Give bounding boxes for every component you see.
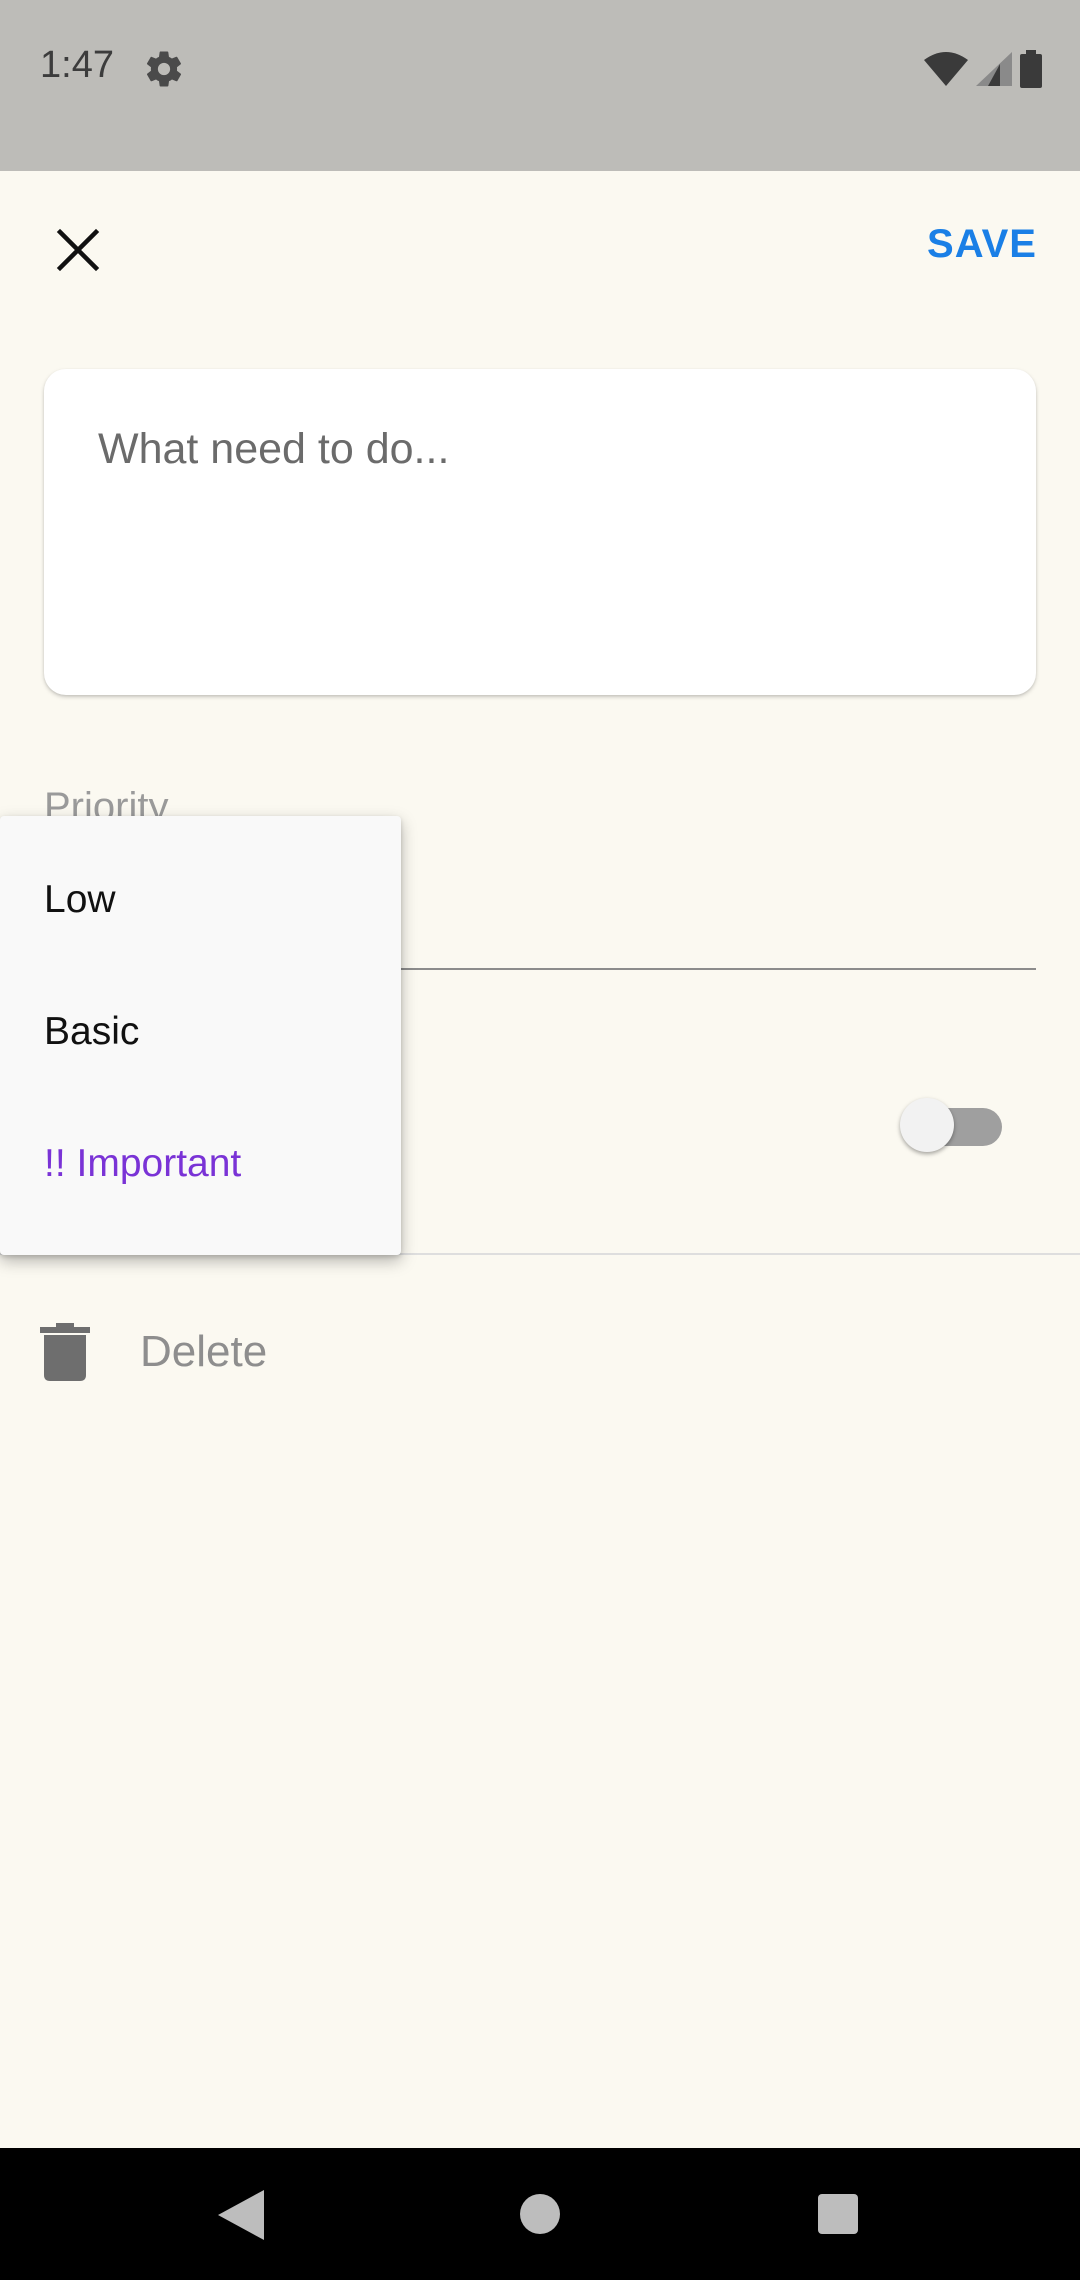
reminder-toggle[interactable] xyxy=(900,1094,1010,1154)
menu-item-low[interactable]: Low xyxy=(44,878,116,922)
task-input-placeholder: What need to do... xyxy=(98,425,450,473)
wifi-icon xyxy=(924,52,968,86)
status-icons xyxy=(924,48,1042,90)
settings-gear-icon xyxy=(146,51,182,87)
menu-item-basic[interactable]: Basic xyxy=(44,1010,139,1054)
priority-dropdown-menu: Low Basic !! Important xyxy=(0,816,401,1255)
navigation-bar xyxy=(0,2148,1080,2280)
home-icon[interactable] xyxy=(520,2194,560,2234)
close-button[interactable] xyxy=(38,210,118,290)
menu-item-important[interactable]: !! Important xyxy=(44,1142,241,1186)
battery-icon xyxy=(1020,50,1042,88)
task-input-card[interactable]: What need to do... xyxy=(44,369,1036,695)
back-icon[interactable] xyxy=(218,2190,264,2240)
delete-label: Delete xyxy=(140,1327,268,1376)
status-bar: 1:47 xyxy=(0,0,1080,171)
trash-icon xyxy=(40,1323,90,1381)
toggle-thumb xyxy=(900,1098,954,1152)
status-time: 1:47 xyxy=(40,44,114,86)
recent-apps-icon[interactable] xyxy=(818,2194,858,2234)
close-icon xyxy=(56,228,100,272)
cellular-signal-icon xyxy=(976,52,1012,86)
delete-button[interactable]: Delete xyxy=(36,1312,267,1392)
save-button[interactable]: SAVE xyxy=(927,222,1037,267)
